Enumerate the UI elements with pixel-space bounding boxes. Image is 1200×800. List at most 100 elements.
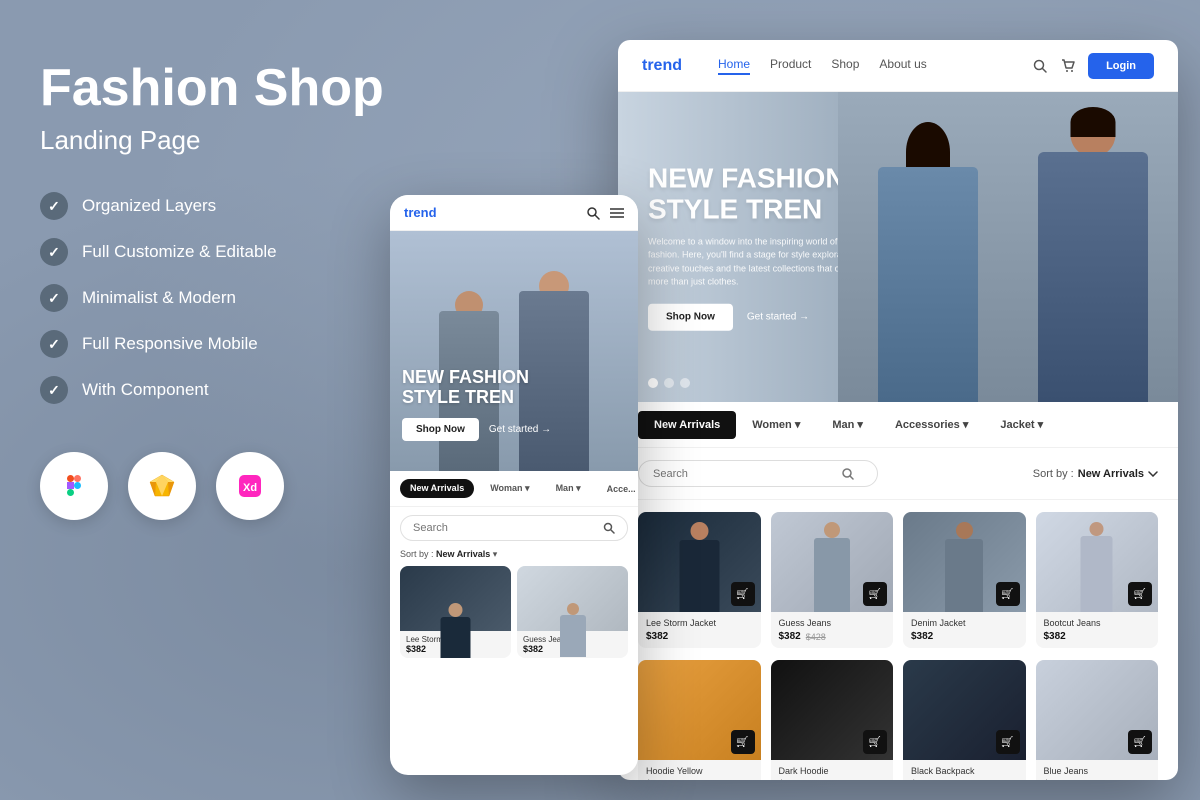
mobile-hero: NEW FASHIONSTYLE TREN Shop Now Get start… (390, 231, 638, 471)
nav-home[interactable]: Home (718, 57, 750, 75)
desktop-login-button[interactable]: Login (1088, 53, 1154, 79)
dpf2-body (814, 538, 850, 612)
dp1-head (1071, 112, 1116, 157)
desktop-products-row1: Lee Storm Jacket $382 Guess Jeans $382 $… (618, 500, 1178, 660)
desktop-product-img-2 (771, 512, 894, 612)
desktop-product-name-5: Hoodie Yellow (646, 766, 753, 776)
mobile-cat-woman[interactable]: Woman ▾ (480, 479, 539, 498)
desktop-cat-new-arrivals[interactable]: New Arrivals (638, 411, 736, 439)
desktop-add-to-cart-8[interactable] (1128, 730, 1152, 754)
desktop-search-submit-icon[interactable] (841, 467, 854, 480)
dp-figure-2 (812, 522, 852, 612)
dpf3-body (945, 539, 983, 612)
mobile-shop-now-button[interactable]: Shop Now (402, 418, 479, 441)
desktop-cat-women[interactable]: Women ▾ (736, 410, 816, 439)
check-icon-4 (40, 330, 68, 358)
dpf1-head (690, 522, 708, 540)
mobile-product-img-1 (400, 566, 511, 631)
mobile-header-icons (586, 206, 624, 220)
sort-chevron-icon[interactable] (1148, 471, 1158, 477)
desktop-cat-man[interactable]: Man ▾ (816, 410, 879, 439)
desktop-search-bar[interactable] (638, 460, 878, 487)
desktop-product-card-8: Blue Jeans $220 (1036, 660, 1159, 780)
mobile-search-bar[interactable] (400, 515, 628, 541)
desktop-cat-jacket[interactable]: Jacket ▾ (984, 410, 1059, 439)
desktop-product-info-4: Bootcut Jeans $382 (1036, 612, 1159, 648)
check-icon-1 (40, 192, 68, 220)
desktop-product-img-3 (903, 512, 1026, 612)
hero-dots (648, 378, 690, 388)
desktop-add-to-cart-1[interactable] (731, 582, 755, 606)
hero-dot-1[interactable] (648, 378, 658, 388)
desktop-hero-desc: Welcome to a window into the inspiring w… (648, 235, 868, 289)
desktop-product-card-2: Guess Jeans $382 $428 (771, 512, 894, 648)
desktop-hero-figures (838, 92, 1178, 402)
desktop-hero: NEW FASHIONSTYLE TREN Welcome to a windo… (618, 92, 1178, 402)
feature-item-5: With Component (40, 376, 420, 404)
desktop-product-price-2: $382 $428 (779, 631, 886, 642)
feature-item-2: Full Customize & Editable (40, 238, 420, 266)
sketch-icon (128, 452, 196, 520)
desktop-get-started-button[interactable]: Get started → (747, 311, 809, 322)
desktop-search-input[interactable] (653, 468, 833, 480)
desktop-add-to-cart-7[interactable] (996, 730, 1020, 754)
mobile-cat-man[interactable]: Man ▾ (546, 479, 591, 498)
svg-text:Xd: Xd (243, 482, 257, 494)
mobile-categories: New Arrivals Woman ▾ Man ▾ Acce... (390, 471, 638, 507)
desktop-add-to-cart-4[interactable] (1128, 582, 1152, 606)
mobile-product-figure-2 (558, 603, 588, 658)
nav-shop[interactable]: Shop (831, 57, 859, 75)
desktop-product-img-8 (1036, 660, 1159, 760)
feature-label-2: Full Customize & Editable (82, 242, 277, 262)
nav-right: Login (1032, 53, 1154, 79)
dp2-body (878, 167, 978, 402)
desktop-product-info-6: Dark Hoodie $199 (771, 760, 894, 780)
feature-label-3: Minimalist & Modern (82, 288, 236, 308)
desktop-product-info-7: Black Backpack $150 (903, 760, 1026, 780)
desktop-add-to-cart-2[interactable] (863, 582, 887, 606)
mobile-hero-buttons: Shop Now Get started → (402, 418, 626, 441)
desktop-product-img-6 (771, 660, 894, 760)
mobile-cat-new-arrivals[interactable]: New Arrivals (400, 479, 474, 498)
desktop-product-name-7: Black Backpack (911, 766, 1018, 776)
hero-dot-2[interactable] (664, 378, 674, 388)
feature-item-3: Minimalist & Modern (40, 284, 420, 312)
mobile-hero-title: NEW FASHIONSTYLE TREN (402, 367, 626, 408)
mobile-search-icon[interactable] (586, 206, 600, 220)
desktop-product-info-5: Hoodie Yellow $250 (638, 760, 761, 780)
feature-item-1: Organized Layers (40, 192, 420, 220)
dpf2-head (824, 522, 840, 538)
desktop-product-price-6: $199 (779, 779, 886, 780)
mobile-sort-value: New Arrivals (436, 549, 490, 559)
hero-dot-3[interactable] (680, 378, 690, 388)
desktop-product-name-3: Denim Jacket (911, 618, 1018, 628)
desktop-add-to-cart-3[interactable] (996, 582, 1020, 606)
mobile-product-card-2: Guess Jeans $382 (517, 566, 628, 658)
desktop-add-to-cart-5[interactable] (731, 730, 755, 754)
mobile-get-started-button[interactable]: Get started → (489, 424, 551, 435)
mobile-search-submit-icon[interactable] (603, 522, 615, 534)
mobile-search-input[interactable] (413, 522, 595, 534)
feature-label-1: Organized Layers (82, 196, 216, 216)
page-main-title: Fashion Shop (40, 60, 420, 117)
mobile-product-img-2 (517, 566, 628, 631)
desktop-shop-now-button[interactable]: Shop Now (648, 303, 733, 330)
desktop-cart-icon[interactable] (1060, 58, 1076, 74)
desktop-add-to-cart-6[interactable] (863, 730, 887, 754)
desktop-product-name-1: Lee Storm Jacket (646, 618, 753, 628)
desktop-product-price-5: $250 (646, 779, 753, 780)
desktop-hero-title: NEW FASHIONSTYLE TREN (648, 164, 868, 226)
figma-icon (40, 452, 108, 520)
mobile-cat-acce[interactable]: Acce... (597, 479, 638, 498)
dp1-body (1038, 152, 1148, 402)
desktop-cat-accessories[interactable]: Accessories ▾ (879, 410, 984, 439)
dpf3-head (956, 522, 973, 539)
nav-product[interactable]: Product (770, 57, 811, 75)
nav-about[interactable]: About us (879, 57, 926, 75)
desktop-product-info-1: Lee Storm Jacket $382 (638, 612, 761, 648)
mobile-header: trend (390, 195, 638, 231)
fig2-head (567, 603, 579, 615)
dp1-hair (1071, 107, 1116, 137)
desktop-search-icon[interactable] (1032, 58, 1048, 74)
mobile-menu-icon[interactable] (610, 208, 624, 218)
